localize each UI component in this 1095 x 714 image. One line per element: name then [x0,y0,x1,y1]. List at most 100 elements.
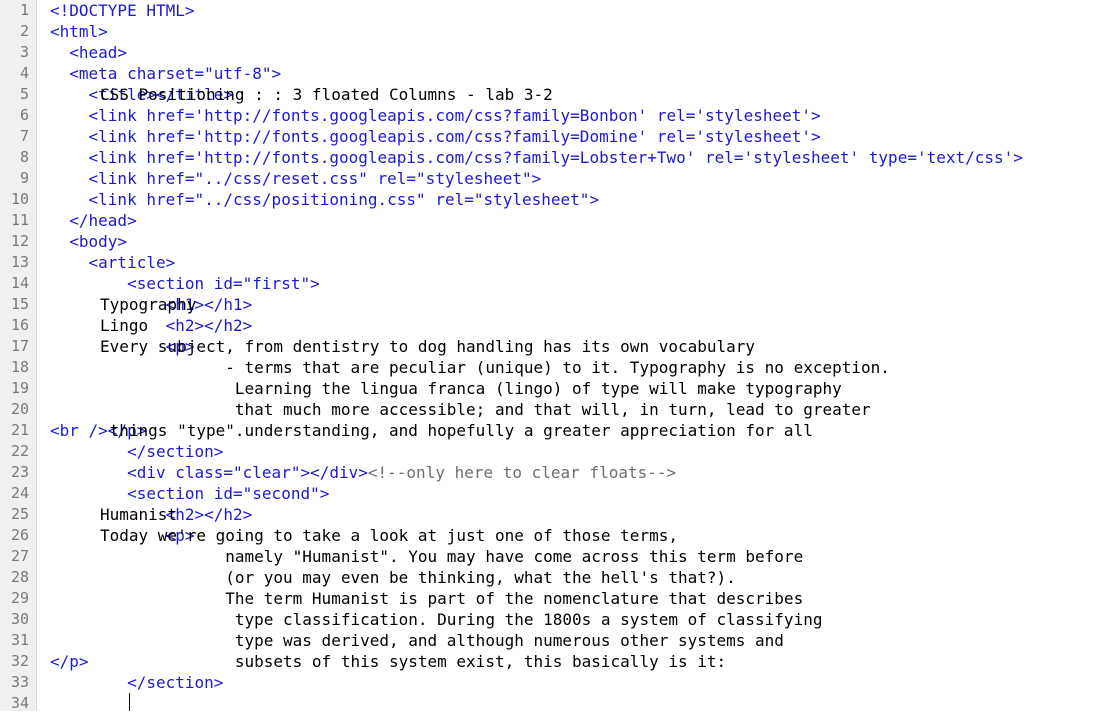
code-line[interactable]: 20 that much more accessible; and that w… [0,399,1095,420]
code-line[interactable]: 16 <h2> Lingo </h2> [0,315,1095,336]
code-line[interactable]: 24 <section id="second"> [0,483,1095,504]
line-number: 14 [10,274,29,292]
code-line[interactable]: 14 <section id="first"> [0,273,1095,294]
line-number: 2 [19,22,29,40]
code-line[interactable]: 23 <div class="clear"></div> <!--only he… [0,462,1095,483]
text-token: type classification. During the 1800s a … [100,610,823,629]
line-text: <meta charset="utf-8"> [50,63,281,84]
line-number: 32 [10,652,29,670]
line-text: <body> [50,231,127,252]
html-tag-token: <link href='http://fonts.googleapis.com/… [50,127,821,146]
line-number: 16 [10,316,29,334]
line-text: <div class="clear"></div> <!--only here … [50,462,676,483]
code-line[interactable]: 22 </section> [0,441,1095,462]
code-line[interactable]: 4 <meta charset="utf-8"> [0,63,1095,84]
html-tag-token: <link href="../css/positioning.css" rel=… [50,190,600,209]
code-line[interactable]: 25 <h2> Humanist </h2> [0,504,1095,525]
html-tag-token: <article> [50,253,176,272]
line-text: <link href="../css/positioning.css" rel=… [50,189,600,210]
line-number: 27 [10,547,29,565]
code-line[interactable]: 10 <link href="../css/positioning.css" r… [0,189,1095,210]
code-editor[interactable]: 1 <!DOCTYPE HTML> 2 <html> 3 <head> 4 <meta c… [0,0,1095,714]
html-tag-token: <head> [50,43,128,62]
line-number: 5 [19,85,29,103]
comment-token: <!--only here to clear floats--> [367,463,677,482]
html-tag-token: </p> [50,652,89,671]
html-tag-token: <section id="second"> [50,484,330,503]
code-line[interactable]: 21 understanding, and hopefully a greate… [0,420,1095,441]
code-line[interactable]: 1 <!DOCTYPE HTML> [0,0,1095,21]
line-text: <h2> Humanist </h2> [50,504,252,525]
text-token: Typography [100,295,197,314]
code-line[interactable]: 8 <link href='http://fonts.googleapis.co… [0,147,1095,168]
line-number: 8 [19,148,29,166]
html-tag-token: </h2> [204,316,253,335]
text-token: that much more accessible; and that will… [100,400,871,419]
html-tag-token: </section> [50,673,224,692]
line-text: <p> Every subject, from dentistry to dog … [50,336,755,357]
code-line[interactable]: 28 (or you may even be thinking, what th… [0,567,1095,588]
line-text: <h2> Lingo </h2> [50,315,252,336]
line-text: <link href='http://fonts.googleapis.com/… [50,105,821,126]
code-line[interactable]: 6 <link href='http://fonts.googleapis.co… [0,105,1095,126]
code-line[interactable]: 17 <p> Every subject, from dentistry to d… [0,336,1095,357]
line-text: <link href="../css/reset.css" rel="style… [50,168,542,189]
html-tag-token: <html> [50,22,108,41]
line-text: <title> CSS Positioning : : 3 floated Col… [50,84,553,105]
line-number: 23 [10,463,29,481]
html-tag-token: <link href='http://fonts.googleapis.com/… [50,148,1023,167]
line-number: 7 [19,127,29,145]
line-text: <p> Today we're going to take a look at j… [50,525,678,546]
line-number: 17 [10,337,29,355]
code-line[interactable]: 12 <body> [0,231,1095,252]
code-line[interactable]: 30 type classification. During the 1800s… [0,609,1095,630]
html-tag-token: <!DOCTYPE HTML> [50,1,195,20]
code-line[interactable]: 7 <link href='http://fonts.googleapis.co… [0,126,1095,147]
line-text: <h1> Typography </h1> [50,294,252,315]
code-line[interactable]: 27 namely "Humanist". You may have come … [0,546,1095,567]
line-number: 11 [10,211,29,229]
code-line[interactable]: 5 <title> CSS Positioning : : 3 floated C… [0,84,1095,105]
line-text: <section id="second"> [50,483,329,504]
text-token: Every subject, from dentistry to dog han… [100,337,756,356]
html-tag-token: <link href="../css/reset.css" rel="style… [50,169,542,188]
text-token: things "type". [100,421,245,440]
line-number: 19 [10,379,29,397]
code-line[interactable]: 3 <head> [0,42,1095,63]
code-line[interactable]: 33 </section> [0,672,1095,693]
html-tag-token: <div class="clear"></div> [50,463,368,482]
text-token: Learning the lingua franca (lingo) of ty… [100,379,842,398]
code-line[interactable]: 29 The term Humanist is part of the nome… [0,588,1095,609]
line-text: <link href='http://fonts.googleapis.com/… [50,147,1023,168]
line-text: <link href='http://fonts.googleapis.com/… [50,126,821,147]
line-number: 24 [10,484,29,502]
code-line[interactable]: 15 <h1> Typography </h1> [0,294,1095,315]
line-number: 3 [19,43,29,61]
code-line[interactable]: 9 <link href="../css/reset.css" rel="sty… [0,168,1095,189]
code-area[interactable]: 1 <!DOCTYPE HTML> 2 <html> 3 <head> 4 <meta c… [0,0,1095,714]
html-tag-token: </section> [50,442,224,461]
html-tag-token: </h2> [204,505,253,524]
line-text: </section> [50,672,223,693]
line-number: 22 [10,442,29,460]
text-token: CSS Positioning : : 3 floated Columns - … [100,85,553,104]
code-line[interactable]: 13 <article> [0,252,1095,273]
code-line[interactable]: 11 </head> [0,210,1095,231]
code-line[interactable]: 26 <p> Today we're going to take a look a… [0,525,1095,546]
line-number: 15 [10,295,29,313]
html-tag-token: <meta charset="utf-8"> [50,64,282,83]
line-text: <html> [50,21,108,42]
line-number: 4 [19,64,29,82]
line-number: 28 [10,568,29,586]
text-token: subsets of this system exist, this basic… [100,652,727,671]
code-line[interactable]: 32 subsets of this system exist, this ba… [0,651,1095,672]
code-line[interactable]: 18 - terms that are peculiar (unique) to… [0,357,1095,378]
html-tag-token: <link href='http://fonts.googleapis.com/… [50,106,821,125]
code-line[interactable]: 19 Learning the lingua franca (lingo) of… [0,378,1095,399]
line-text: <!DOCTYPE HTML> [50,0,195,21]
line-number: 18 [10,358,29,376]
code-line[interactable]: 31 type was derived, and although numero… [0,630,1095,651]
line-number: 20 [10,400,29,418]
code-line[interactable]: 2 <html> [0,21,1095,42]
